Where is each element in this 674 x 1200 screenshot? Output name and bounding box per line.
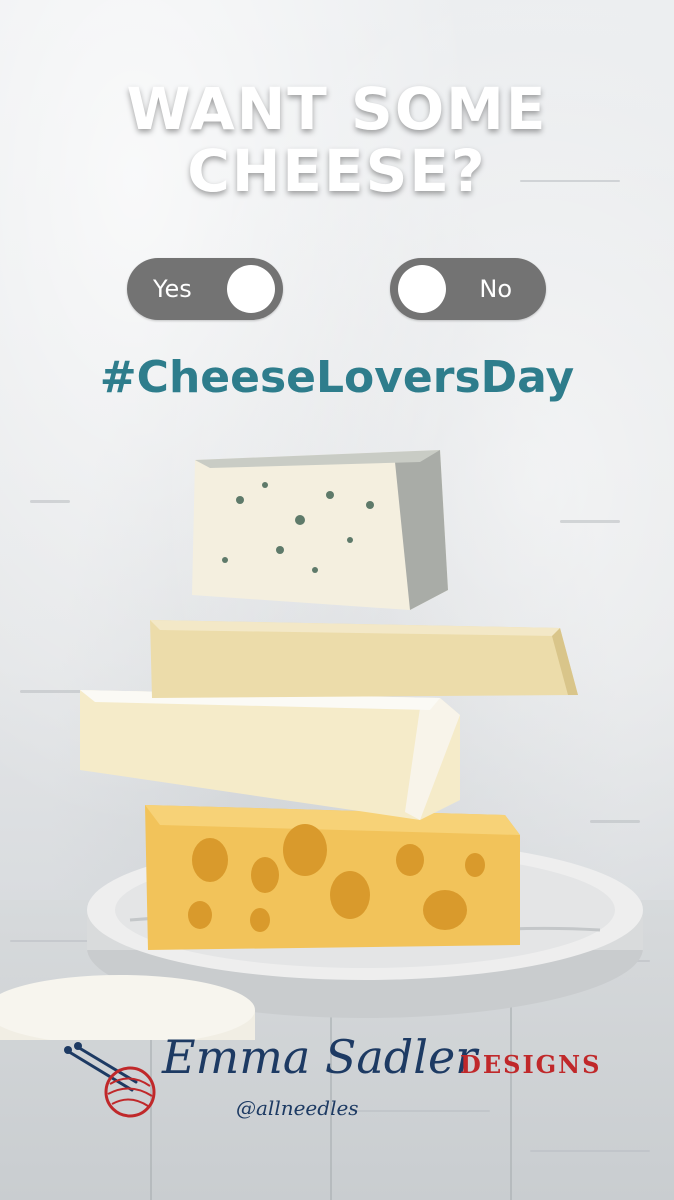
yes-toggle-knob: [227, 265, 275, 313]
wood-grain: [530, 1150, 650, 1152]
cheese-stack-illustration: [0, 450, 643, 1040]
brand-logo: Emma Sadler DESIGNS @allneedles: [62, 1030, 622, 1130]
headline-line-1: WANT SOME: [126, 75, 548, 143]
brand-designs-wordmark: DESIGNS: [460, 1050, 602, 1079]
brand-name: Emma Sadler: [162, 1030, 478, 1084]
headline: WANT SOME CHEESE?: [0, 78, 674, 202]
no-label: No: [479, 275, 512, 303]
yes-toggle[interactable]: Yes: [127, 258, 283, 320]
hard-cheese-wedge: [150, 620, 578, 698]
brand-handle: @allneedles: [236, 1096, 359, 1120]
yarn-ball-icon: [64, 1042, 156, 1118]
headline-line-2: CHEESE?: [187, 137, 487, 205]
no-toggle-knob: [398, 265, 446, 313]
yes-label: Yes: [153, 275, 192, 303]
hashtag: #CheeseLoversDay: [99, 352, 575, 403]
brie-cheese-block: [80, 690, 460, 820]
blue-cheese-wedge: [192, 450, 448, 610]
swiss-cheese-block: [145, 805, 520, 950]
no-toggle[interactable]: No: [390, 258, 546, 320]
